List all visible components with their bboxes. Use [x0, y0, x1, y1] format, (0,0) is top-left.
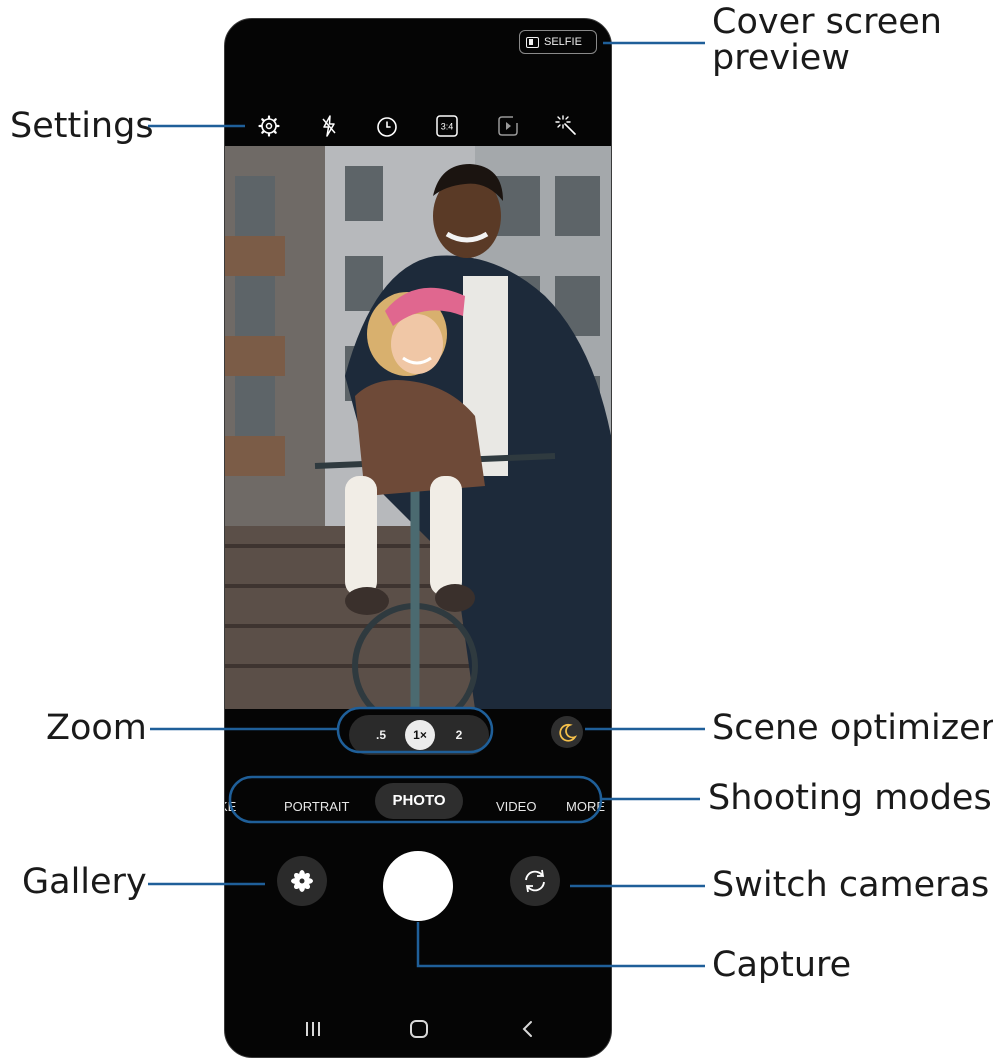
mode-photo[interactable]: PHOTO [375, 783, 463, 819]
callout-cover-line2: preview [712, 38, 850, 78]
callout-scene-optimizer: Scene optimizer [712, 708, 993, 748]
callout-switch-cameras: Switch cameras [712, 865, 990, 905]
viewfinder-photo [225, 146, 611, 709]
callout-settings: Settings [10, 106, 154, 146]
camera-viewfinder[interactable] [225, 146, 611, 709]
home-icon[interactable] [404, 1014, 434, 1044]
selfie-label: SELFIE [544, 36, 582, 48]
zoom-control: .5 1× 2 [349, 715, 489, 755]
motion-photo-icon[interactable] [493, 111, 523, 141]
gallery-thumbnail-icon [291, 870, 313, 892]
callout-capture: Capture [712, 945, 852, 985]
capture-button[interactable] [383, 851, 453, 921]
recent-apps-icon[interactable] [298, 1014, 328, 1044]
moon-icon [559, 723, 578, 742]
callout-cover-screen-preview: Cover screen preview [712, 4, 942, 76]
switch-camera-icon [525, 869, 545, 893]
cover-screen-preview-button[interactable]: SELFIE [519, 30, 597, 54]
scene-optimizer-button[interactable] [551, 716, 583, 748]
callout-gallery: Gallery [22, 862, 147, 902]
phone-screen: SELFIE 3:4 .5 1× 2 E PORTRAIT PHOTO VIDE… [224, 18, 612, 1058]
settings-icon[interactable] [254, 111, 284, 141]
callout-shooting-modes: Shooting modes [708, 778, 992, 818]
callout-cover-line1: Cover screen [712, 2, 942, 42]
switch-cameras-button[interactable] [510, 856, 560, 906]
aspect-ratio-icon[interactable]: 3:4 [432, 111, 462, 141]
timer-icon[interactable] [372, 111, 402, 141]
mode-portrait[interactable]: PORTRAIT [284, 795, 350, 819]
back-icon[interactable] [513, 1014, 543, 1044]
filters-icon[interactable] [552, 111, 582, 141]
mode-slow-motion[interactable]: KE [225, 795, 236, 819]
flash-off-icon[interactable] [314, 111, 344, 141]
zoom-option-1x[interactable]: 1× [405, 720, 435, 750]
cover-screen-icon [526, 36, 539, 48]
mode-video[interactable]: VIDEO [496, 795, 536, 819]
zoom-option-2[interactable]: 2 [449, 715, 469, 755]
callout-zoom: Zoom [46, 708, 147, 748]
mode-more[interactable]: MORE [566, 795, 605, 819]
gallery-button[interactable] [277, 856, 327, 906]
zoom-option-05[interactable]: .5 [371, 715, 391, 755]
aspect-ratio-label: 3:4 [441, 122, 454, 132]
